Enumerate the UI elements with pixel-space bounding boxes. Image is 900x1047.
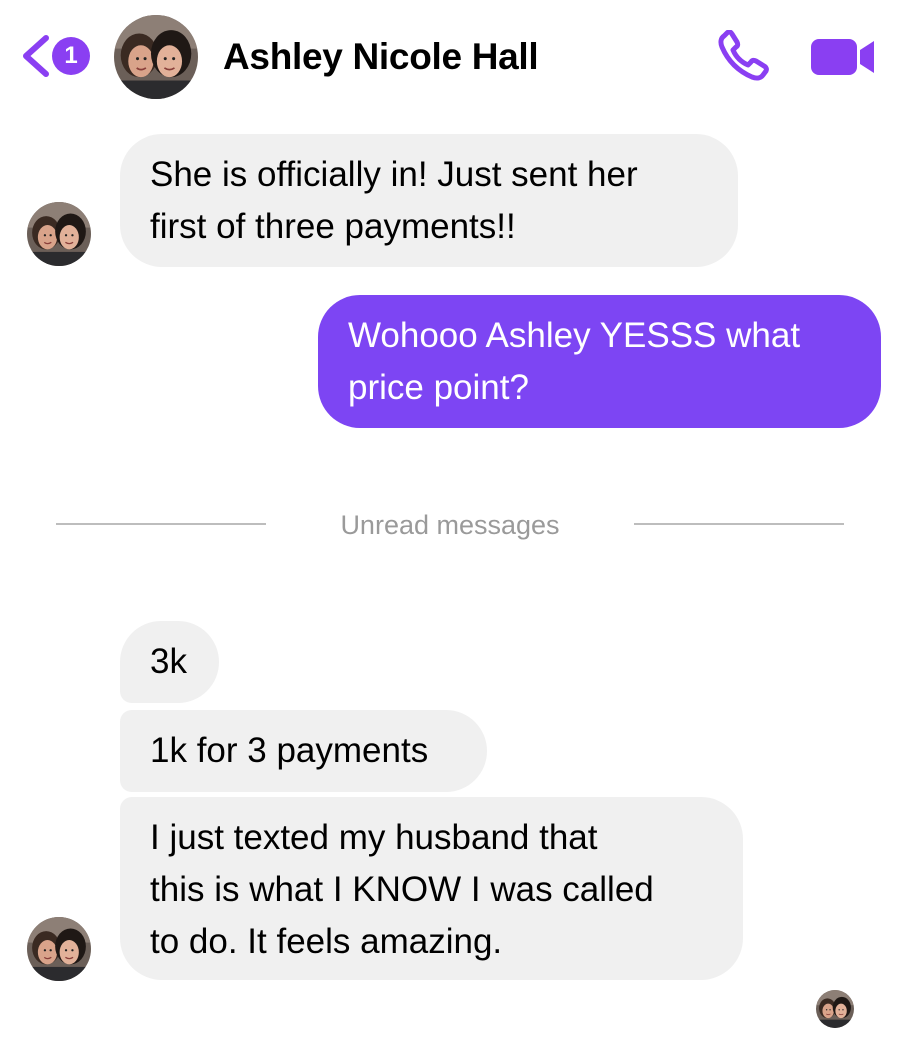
contact-avatar[interactable] <box>114 15 198 99</box>
message-line: price point? <box>348 368 529 407</box>
incoming-message-bubble[interactable]: 3k <box>120 621 219 703</box>
video-camera-icon[interactable] <box>810 36 876 78</box>
phone-icon[interactable] <box>716 29 772 82</box>
message-line: Wohooo Ashley YESSS what <box>348 316 801 355</box>
message-line: this is what I KNOW I was called <box>150 870 654 909</box>
incoming-message-bubble[interactable]: I just texted my husband that this is wh… <box>120 797 743 980</box>
message-line: 3k <box>150 642 187 681</box>
sender-avatar[interactable] <box>27 202 91 266</box>
sender-avatar[interactable] <box>27 917 91 981</box>
message-line: first of three payments!! <box>150 207 516 246</box>
divider-line <box>56 523 266 525</box>
unread-count-badge[interactable]: 1 <box>52 37 90 75</box>
outgoing-message-bubble[interactable]: Wohooo Ashley YESSS what price point? <box>318 295 881 428</box>
read-receipt-avatar <box>816 990 854 1028</box>
message-line: to do. It feels amazing. <box>150 922 503 961</box>
message-line: She is officially in! Just sent her <box>150 155 638 194</box>
incoming-message-bubble[interactable]: 1k for 3 payments <box>120 710 487 792</box>
divider-line <box>634 523 844 525</box>
unread-messages-divider: Unread messages <box>340 510 560 540</box>
contact-name[interactable]: Ashley Nicole Hall <box>223 34 539 80</box>
message-line: 1k for 3 payments <box>150 731 429 770</box>
back-chevron-icon[interactable] <box>18 34 52 78</box>
incoming-message-bubble[interactable]: She is officially in! Just sent her firs… <box>120 134 738 267</box>
message-line: I just texted my husband that <box>150 818 598 857</box>
